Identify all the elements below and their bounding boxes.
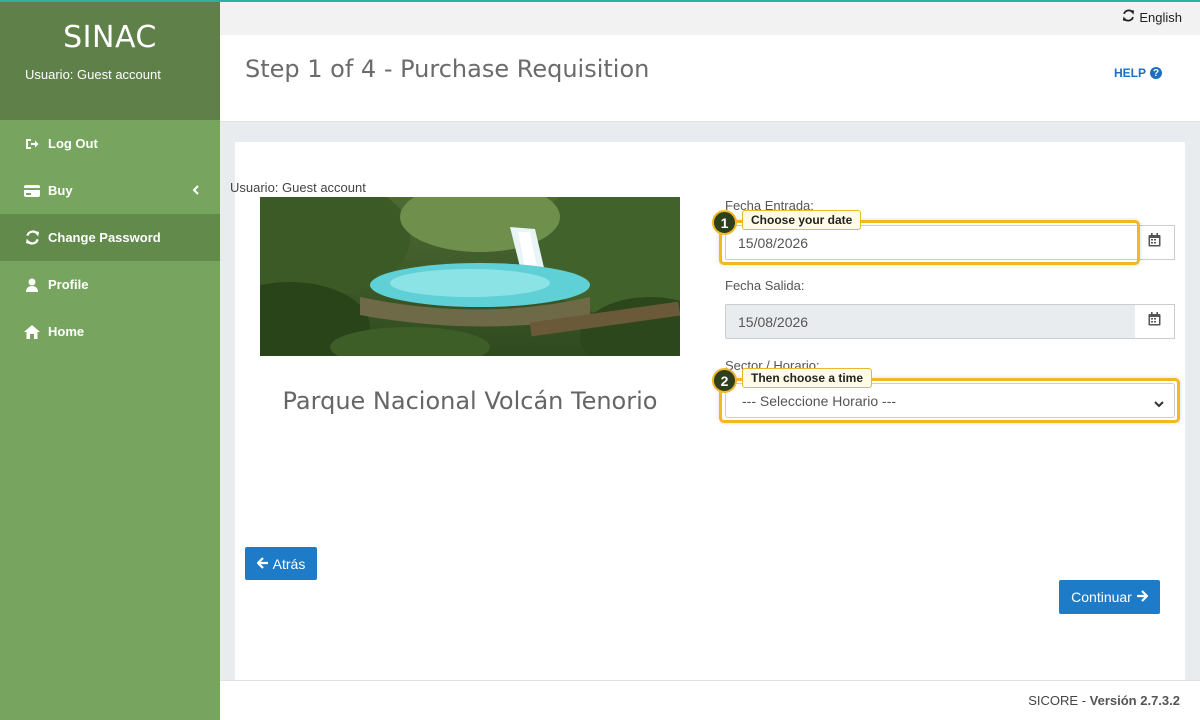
fecha-salida-value: 15/08/2026 bbox=[738, 313, 809, 330]
refresh-icon bbox=[24, 230, 40, 246]
sidebar-item-home[interactable]: Home bbox=[0, 308, 220, 355]
sidebar-item-profile[interactable]: Profile bbox=[0, 261, 220, 308]
home-icon bbox=[24, 324, 40, 340]
sidebar-user-line: Usuario: Guest account bbox=[25, 67, 161, 82]
back-button-label: Atrás bbox=[272, 555, 306, 572]
page-title: Step 1 of 4 - Purchase Requisition bbox=[245, 55, 650, 83]
footer: SICORE - Versión 2.7.3.2 bbox=[220, 680, 1200, 720]
sidebar-item-label: Home bbox=[48, 324, 85, 339]
footer-version: SICORE - Versión 2.7.3.2 bbox=[1028, 693, 1180, 708]
sidebar: SINAC Usuario: Guest account Log Out Buy… bbox=[0, 0, 220, 720]
horario-select[interactable]: --- Seleccione Horario --- bbox=[725, 383, 1175, 418]
footer-separator: - bbox=[1078, 693, 1090, 708]
back-button[interactable]: Atrás bbox=[245, 547, 317, 580]
credit-card-icon bbox=[24, 183, 40, 199]
sidebar-item-label: Buy bbox=[48, 183, 73, 198]
refresh-icon bbox=[1122, 9, 1135, 25]
language-switch[interactable]: English bbox=[1122, 9, 1182, 25]
arrow-right-icon bbox=[1136, 589, 1149, 605]
sidebar-item-change-password[interactable]: Change Password bbox=[0, 214, 220, 261]
sidebar-item-log-out[interactable]: Log Out bbox=[0, 120, 220, 167]
chevron-left-icon bbox=[192, 183, 200, 198]
chevron-down-icon bbox=[1154, 395, 1164, 411]
footer-version-number: Versión 2.7.3.2 bbox=[1089, 693, 1180, 708]
fecha-entrada-input[interactable]: 15/08/2026 bbox=[725, 225, 1136, 260]
calendar-icon bbox=[1148, 312, 1161, 331]
language-label: English bbox=[1139, 9, 1182, 25]
sidebar-item-label: Profile bbox=[48, 277, 89, 292]
fecha-entrada-calendar-button[interactable] bbox=[1135, 225, 1175, 260]
arrow-left-icon bbox=[256, 556, 269, 572]
step-2-badge: 2 bbox=[712, 368, 737, 393]
page-header: Step 1 of 4 - Purchase Requisition HELP … bbox=[220, 35, 1200, 122]
usuario-label: Usuario: Guest account bbox=[230, 180, 366, 195]
continue-button-label: Continuar bbox=[1071, 589, 1132, 605]
continue-button[interactable]: Continuar bbox=[1059, 580, 1160, 614]
sidebar-brand: SINAC Usuario: Guest account bbox=[0, 0, 220, 120]
help-link[interactable]: HELP ? bbox=[1114, 66, 1162, 80]
sidebar-item-label: Change Password bbox=[48, 230, 161, 245]
sign-out-icon bbox=[24, 136, 40, 152]
user-icon bbox=[24, 277, 40, 293]
choose-date-tooltip: Choose your date bbox=[742, 210, 862, 230]
fecha-salida-input: 15/08/2026 bbox=[725, 304, 1136, 339]
sidebar-item-label: Log Out bbox=[48, 136, 98, 151]
horario-select-value: --- Seleccione Horario --- bbox=[742, 392, 897, 409]
fecha-salida-label: Fecha Salida: bbox=[725, 278, 805, 293]
calendar-icon bbox=[1148, 233, 1161, 252]
fecha-entrada-value: 15/08/2026 bbox=[738, 234, 809, 251]
choose-time-tooltip: Then choose a time bbox=[742, 368, 873, 388]
sidebar-item-buy[interactable]: Buy bbox=[0, 167, 220, 214]
footer-product: SICORE bbox=[1028, 693, 1079, 708]
question-circle-icon: ? bbox=[1150, 67, 1162, 79]
top-accent-bar bbox=[0, 0, 1200, 2]
park-name: Parque Nacional Volcán Tenorio bbox=[282, 387, 658, 415]
park-waterfall-image bbox=[260, 197, 680, 356]
help-label: HELP bbox=[1113, 66, 1146, 80]
step-1-badge: 1 bbox=[712, 210, 737, 235]
top-bar: English bbox=[220, 2, 1200, 35]
app-title: SINAC bbox=[63, 20, 157, 55]
fecha-salida-calendar-button[interactable] bbox=[1135, 304, 1175, 339]
